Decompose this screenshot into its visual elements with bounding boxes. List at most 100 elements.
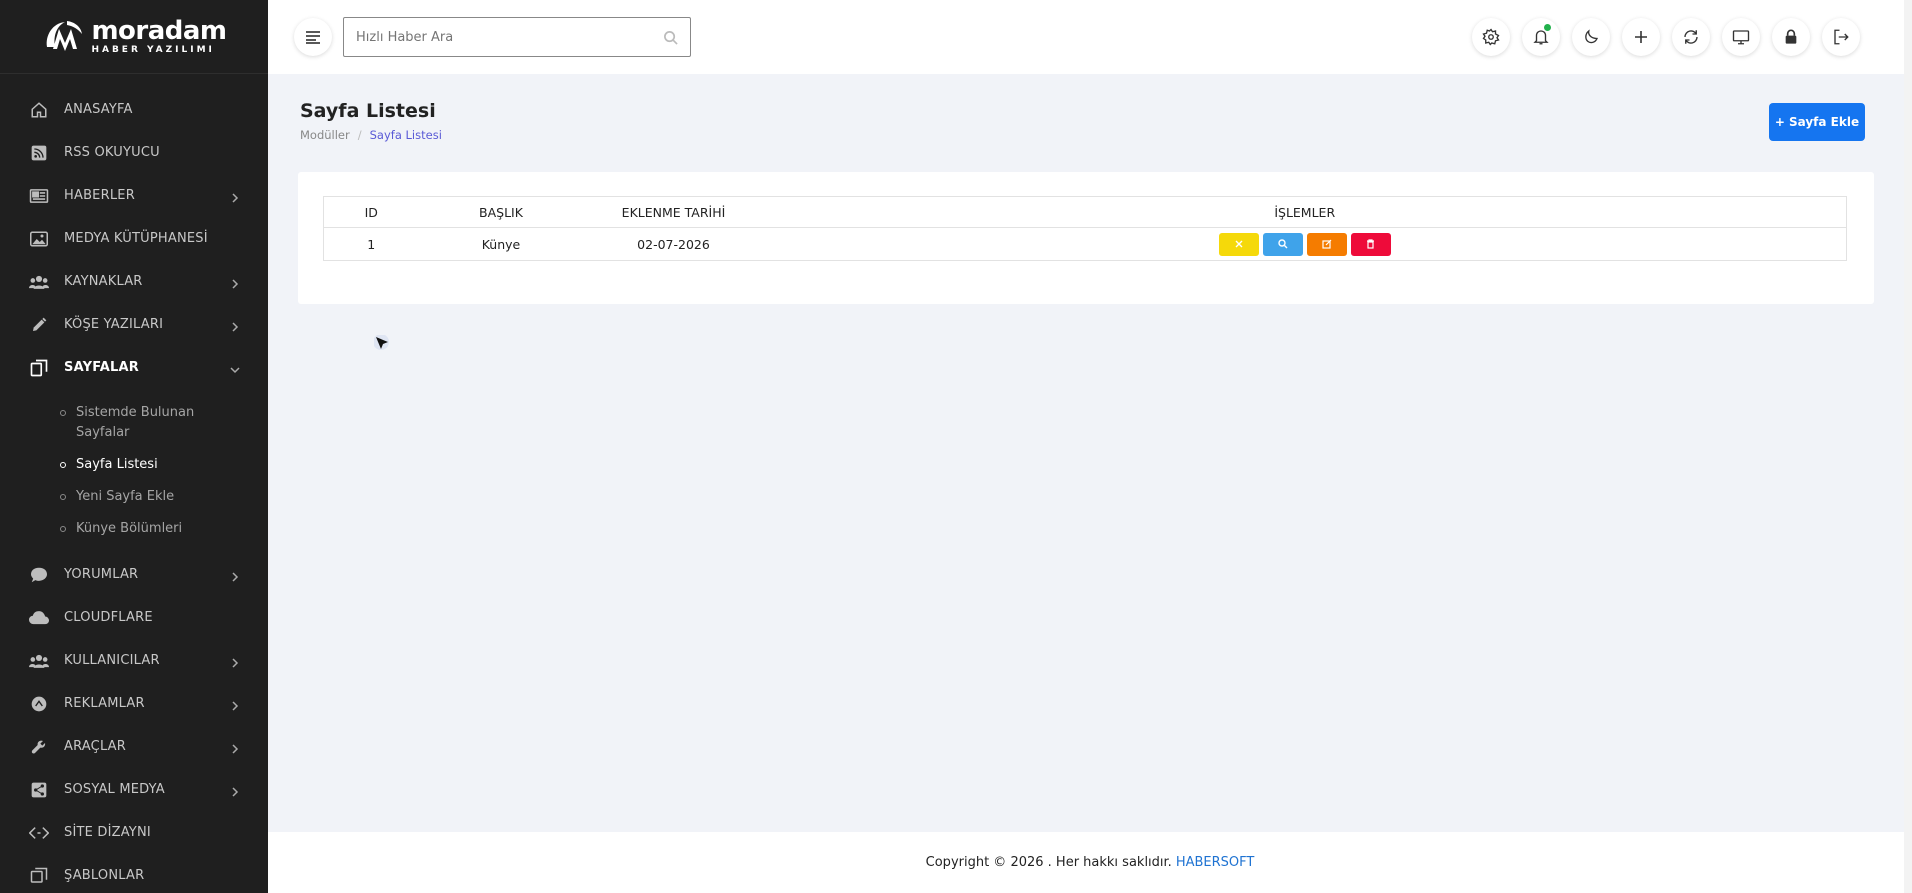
sidebar-item-cloudflare[interactable]: CLOUDFLARE: [0, 596, 268, 639]
chevron-right-icon: [230, 699, 240, 711]
view-site-button[interactable]: [1722, 18, 1760, 56]
cell-actions: [763, 227, 1847, 261]
template-icon: [28, 867, 50, 885]
search-input[interactable]: [344, 18, 650, 56]
chevron-right-icon: [230, 570, 240, 582]
bullet-icon: [60, 526, 66, 532]
pages-table: ID BAŞLIK EKLENME TARİHİ İŞLEMLER 1 Küny…: [323, 196, 1847, 261]
pages-card: ID BAŞLIK EKLENME TARİHİ İŞLEMLER 1 Küny…: [298, 172, 1874, 304]
sidebar-item-kullanicilar[interactable]: KULLANICILAR: [0, 639, 268, 682]
column-header-islemler: İŞLEMLER: [763, 196, 1847, 228]
submenu-item-sayfa-listesi[interactable]: Sayfa Listesi: [0, 449, 268, 481]
bullet-icon: [60, 462, 66, 468]
sidebar-item-sayfalar[interactable]: SAYFALAR: [0, 346, 268, 389]
chevron-down-icon: [230, 363, 240, 373]
newspaper-icon: [28, 187, 50, 205]
settings-button[interactable]: [1472, 18, 1510, 56]
column-header-id[interactable]: ID: [323, 196, 419, 228]
edit-button[interactable]: [1306, 232, 1347, 256]
pages-icon: [28, 359, 50, 377]
topbar-actions: [1472, 18, 1860, 56]
code-icon: [28, 824, 50, 842]
chevron-right-icon: [230, 785, 240, 797]
submenu-item-sistemde-bulunan-sayfalar[interactable]: Sistemde Bulunan Sayfalar: [0, 397, 268, 449]
dark-mode-button[interactable]: [1572, 18, 1610, 56]
moon-icon: [1585, 29, 1598, 44]
column-header-eklenme-tarihi[interactable]: EKLENME TARİHİ: [583, 196, 764, 228]
settings-icon: [1482, 28, 1500, 46]
sidebar-item-kaynaklar[interactable]: KAYNAKLAR: [0, 260, 268, 303]
column-header-baslik[interactable]: BAŞLIK: [418, 196, 584, 228]
users-icon: [28, 652, 50, 670]
sidebar-item-araclar[interactable]: ARAÇLAR: [0, 725, 268, 768]
sidebar-item-kose-yazilari[interactable]: KÖŞE YAZILARI: [0, 303, 268, 346]
footer-brand-link[interactable]: HABERSOFT: [1176, 855, 1255, 870]
sidebar-item-yorumlar[interactable]: YORUMLAR: [0, 553, 268, 596]
cell-id: 1: [323, 227, 419, 261]
bullet-icon: [60, 410, 66, 416]
sidebar-item-haberler[interactable]: HABERLER: [0, 174, 268, 217]
close-icon: [1235, 240, 1243, 248]
lock-button[interactable]: [1772, 18, 1810, 56]
cell-title: Künye: [418, 227, 584, 261]
delete-button[interactable]: [1350, 232, 1391, 256]
plus-icon: +: [1774, 115, 1785, 129]
trash-icon: [1367, 239, 1375, 249]
refresh-icon: [1684, 30, 1698, 44]
chevron-right-icon: [230, 191, 240, 203]
submenu-item-kunye-bolumleri[interactable]: Künye Bölümleri: [0, 513, 268, 545]
refresh-button[interactable]: [1672, 18, 1710, 56]
users-icon: [28, 273, 50, 291]
submenu-item-yeni-sayfa-ekle[interactable]: Yeni Sayfa Ekle: [0, 481, 268, 513]
search-box: [343, 17, 691, 57]
page-scrollbar[interactable]: [1904, 0, 1912, 893]
brand-tagline: HABER YAZILIMI: [91, 45, 215, 55]
mouse-cursor-icon: [373, 334, 392, 357]
wrench-icon: [28, 738, 50, 756]
notifications-button[interactable]: [1522, 18, 1560, 56]
sidebar: moradam HABER YAZILIMI ANASAYFA RSS OKUY…: [0, 0, 268, 893]
deactivate-button[interactable]: [1218, 232, 1259, 256]
search-icon[interactable]: [650, 30, 690, 45]
sidebar-item-medya[interactable]: MEDYA KÜTÜPHANESİ: [0, 217, 268, 260]
hamburger-icon: [306, 31, 320, 44]
chevron-right-icon: [230, 320, 240, 332]
chevron-right-icon: [230, 742, 240, 754]
sidebar-menu: ANASAYFA RSS OKUYUCU HABERLER MEDYA KÜTÜ…: [0, 74, 268, 893]
table-header-row: ID BAŞLIK EKLENME TARİHİ İŞLEMLER: [323, 196, 1847, 228]
table-row: 1 Künye 02-07-2026: [323, 227, 1847, 261]
breadcrumb-separator: /: [357, 128, 362, 142]
sidebar-item-rss[interactable]: RSS OKUYUCU: [0, 131, 268, 174]
breadcrumb-item-moduller[interactable]: Modüller: [300, 128, 350, 142]
pen-icon: [28, 316, 50, 334]
sidebar-item-reklamlar[interactable]: REKLAMLAR: [0, 682, 268, 725]
edit-icon: [1322, 239, 1332, 249]
footer: Copyright © 2026 . Her hakkı saklıdır. H…: [268, 832, 1912, 893]
ad-icon: [28, 695, 50, 713]
add-button[interactable]: [1622, 18, 1660, 56]
sidebar-item-sablonlar[interactable]: ŞABLONLAR: [0, 854, 268, 893]
comment-icon: [28, 566, 50, 584]
view-button[interactable]: [1262, 232, 1303, 256]
chevron-right-icon: [230, 277, 240, 289]
logo[interactable]: moradam HABER YAZILIMI: [0, 0, 268, 74]
cloud-icon: [28, 609, 50, 627]
add-page-button[interactable]: + Sayfa Ekle: [1769, 103, 1865, 141]
search-icon: [1278, 239, 1288, 249]
footer-copyright: Copyright © 2026 . Her hakkı saklıdır.: [925, 855, 1172, 870]
lock-icon: [1785, 29, 1797, 44]
sidebar-item-sosyal-medya[interactable]: SOSYAL MEDYA: [0, 768, 268, 811]
menu-toggle-button[interactable]: [294, 18, 332, 56]
breadcrumb: Modüller / Sayfa Listesi: [300, 128, 442, 142]
sidebar-item-anasayfa[interactable]: ANASAYFA: [0, 88, 268, 131]
sidebar-item-site-dizayni[interactable]: SİTE DİZAYNI: [0, 811, 268, 854]
notification-badge: [1544, 24, 1551, 31]
home-icon: [28, 101, 50, 119]
logout-button[interactable]: [1822, 18, 1860, 56]
rss-icon: [28, 144, 50, 162]
logo-mark-icon: [41, 17, 85, 57]
chevron-right-icon: [230, 656, 240, 668]
logout-icon: [1834, 29, 1849, 45]
page-title: Sayfa Listesi: [300, 100, 436, 122]
breadcrumb-item-current: Sayfa Listesi: [369, 128, 442, 142]
